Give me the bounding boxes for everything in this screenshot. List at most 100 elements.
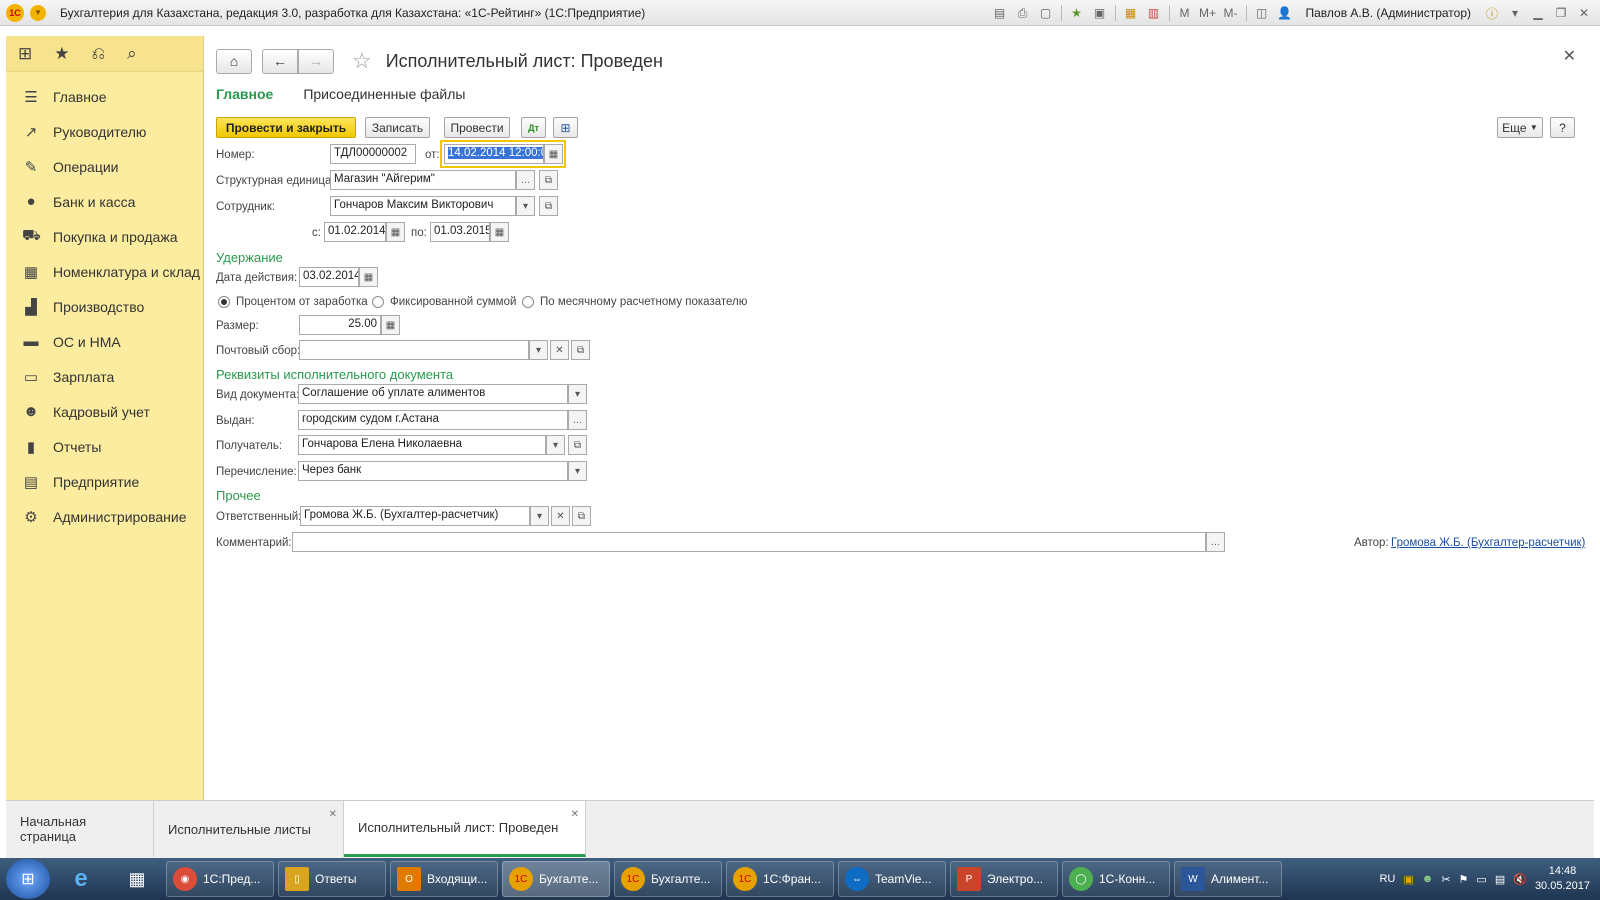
open-icon[interactable]: ⧉ [571,340,590,360]
display-tray-icon[interactable]: ▭ [1476,873,1486,886]
structure-button[interactable]: ⊞ [553,117,578,138]
dropdown-icon[interactable]: ▾ [546,435,565,455]
dropdown-icon[interactable]: ▾ [530,506,549,526]
clear-icon[interactable]: ✕ [551,506,570,526]
section-enterprise[interactable]: ▤ Предприятие [6,464,203,499]
task-powerpoint[interactable]: P Электро... [950,861,1058,897]
period-from-field[interactable]: 01.02.2014 [324,222,386,242]
restore-icon[interactable]: ❐ [1553,5,1569,21]
task-answers[interactable]: ▯ Ответы [278,861,386,897]
save-button[interactable]: Записать [365,117,430,138]
preview-icon[interactable]: ▢ [1038,5,1054,21]
document-date-field[interactable]: 14.02.2014 12:00:0 [444,144,544,164]
dropdown-icon[interactable]: ▾ [516,196,535,216]
window-tab-exec-lists[interactable]: Исполнительные листы ✕ [154,801,344,857]
internet-explorer-icon[interactable]: e [56,859,106,899]
doc-type-field[interactable]: Соглашение об уплате алиментов [298,384,568,404]
select-ellipsis-icon[interactable]: … [1206,532,1225,552]
dropdown-icon[interactable]: ▾ [568,461,587,481]
panels-icon[interactable]: ◫ [1254,5,1270,21]
size-field[interactable]: 25.00 [299,315,381,335]
print-icon[interactable]: ⎙ [1015,5,1031,21]
structural-unit-field[interactable]: Магазин "Айгерим" [330,170,516,190]
section-admin[interactable]: ⚙ Администрирование [6,499,203,534]
close-form-icon[interactable]: ✕ [1563,46,1576,66]
author-link[interactable]: Громова Ж.Б. (Бухгалтер-расчетчик) [1391,537,1585,549]
language-indicator[interactable]: RU [1379,873,1395,885]
user-tray-icon[interactable]: ☻ [1422,873,1434,885]
memory-minus-icon[interactable]: M- [1223,5,1239,21]
issued-field[interactable]: городским судом г.Астана [298,410,568,430]
task-outlook[interactable]: O Входящи... [390,861,498,897]
calendar-icon[interactable]: ▦ [544,144,563,164]
dropdown-icon[interactable]: ▾ [568,384,587,404]
radio-percent-label[interactable]: Процентом от заработка [236,296,368,308]
close-window-icon[interactable]: ✕ [1576,5,1592,21]
favorites-icon[interactable]: ★ [1069,5,1085,21]
task-teamviewer[interactable]: ⇔ TeamVie... [838,861,946,897]
window-tab-home[interactable]: Начальная страница [6,801,154,857]
post-button[interactable]: Провести [444,117,510,138]
calendar-icon[interactable]: ▦ [359,267,378,287]
star-icon[interactable]: ★ [54,44,69,64]
back-button[interactable]: ← [262,48,298,74]
section-warehouse[interactable]: ▦ Номенклатура и склад [6,254,203,289]
calculator-icon[interactable]: ▦ [1123,5,1139,21]
volume-muted-icon[interactable]: 🔇 [1513,873,1527,886]
effective-date-field[interactable]: 03.02.2014 [299,267,359,287]
tab-main[interactable]: Главное [216,86,273,102]
clear-icon[interactable]: ✕ [550,340,569,360]
flag-tray-icon[interactable]: ⚑ [1459,873,1469,886]
calculator-app-icon[interactable]: ▦ [112,859,162,899]
section-manager[interactable]: ↗ Руководителю [6,114,203,149]
memory-icon[interactable]: M [1177,5,1193,21]
section-hr[interactable]: ☻ Кадровый учет [6,394,203,429]
select-ellipsis-icon[interactable]: … [516,170,535,190]
calendar-icon[interactable]: ▥ [1146,5,1162,21]
section-purchase-sale[interactable]: ⛟ Покупка и продажа [6,219,203,254]
postal-fee-field[interactable] [299,340,529,360]
recipient-field[interactable]: Гончарова Елена Николаевна [298,435,546,455]
save-icon[interactable]: ▤ [992,5,1008,21]
radio-fixed[interactable] [372,296,384,308]
tools-tray-icon[interactable]: ✂ [1441,873,1450,886]
period-to-field[interactable]: 01.03.2015 [430,222,490,242]
main-menu-dropdown-icon[interactable]: ▾ [30,4,46,21]
section-reports[interactable]: ▮ Отчеты [6,429,203,464]
task-1c-franchise[interactable]: 1С 1С:Фран... [726,861,834,897]
task-chrome[interactable]: ◉ 1С:Пред... [166,861,274,897]
dropdown-icon[interactable]: ▾ [529,340,548,360]
info-icon[interactable]: ⓘ [1484,5,1500,21]
home-button[interactable]: ⌂ [216,48,252,74]
radio-mrp-label[interactable]: По месячному расчетному показателю [540,296,747,308]
section-production[interactable]: ▟ Производство [6,289,203,324]
transfer-field[interactable]: Через банк [298,461,568,481]
apps-grid-icon[interactable]: ⊞ [18,44,32,64]
app-logo-icon[interactable]: 1С [6,3,24,22]
forward-button[interactable]: → [298,48,334,74]
section-main[interactable]: ☰ Главное [6,79,203,114]
section-salary[interactable]: ▭ Зарплата [6,359,203,394]
chevron-down-icon[interactable]: ▾ [1507,5,1523,21]
task-1c-connect[interactable]: ◯ 1С-Конн... [1062,861,1170,897]
memory-plus-icon[interactable]: M+ [1199,5,1216,21]
window-tab-exec-list[interactable]: Исполнительный лист: Проведен ✕ [344,801,586,857]
debit-credit-button[interactable]: Дт [521,117,546,138]
employee-field[interactable]: Гончаров Максим Викторович [330,196,516,216]
open-icon[interactable]: ⧉ [539,196,558,216]
number-field[interactable]: ТДЛ00000002 [330,144,416,164]
close-tab-icon[interactable]: ✕ [571,809,579,820]
search-icon[interactable]: ⌕ [127,44,137,64]
section-assets[interactable]: ▬ ОС и НМА [6,324,203,359]
calendar-icon[interactable]: ▦ [386,222,405,242]
section-operations[interactable]: ✎ Операции [6,149,203,184]
calculator-icon[interactable]: ▦ [381,315,400,335]
responsible-field[interactable]: Громова Ж.Б. (Бухгалтер-расчетчик) [300,506,530,526]
task-1c-accounting-1[interactable]: 1С Бухгалте... [502,861,610,897]
clock[interactable]: 14:48 30.05.2017 [1535,864,1590,894]
outlook-tray-icon[interactable]: ▣ [1403,873,1413,886]
current-user[interactable]: Павлов А.В. (Администратор) [1306,6,1472,20]
post-and-close-button[interactable]: Провести и закрыть [216,117,356,138]
comment-field[interactable] [292,532,1206,552]
calendar-icon[interactable]: ▦ [490,222,509,242]
